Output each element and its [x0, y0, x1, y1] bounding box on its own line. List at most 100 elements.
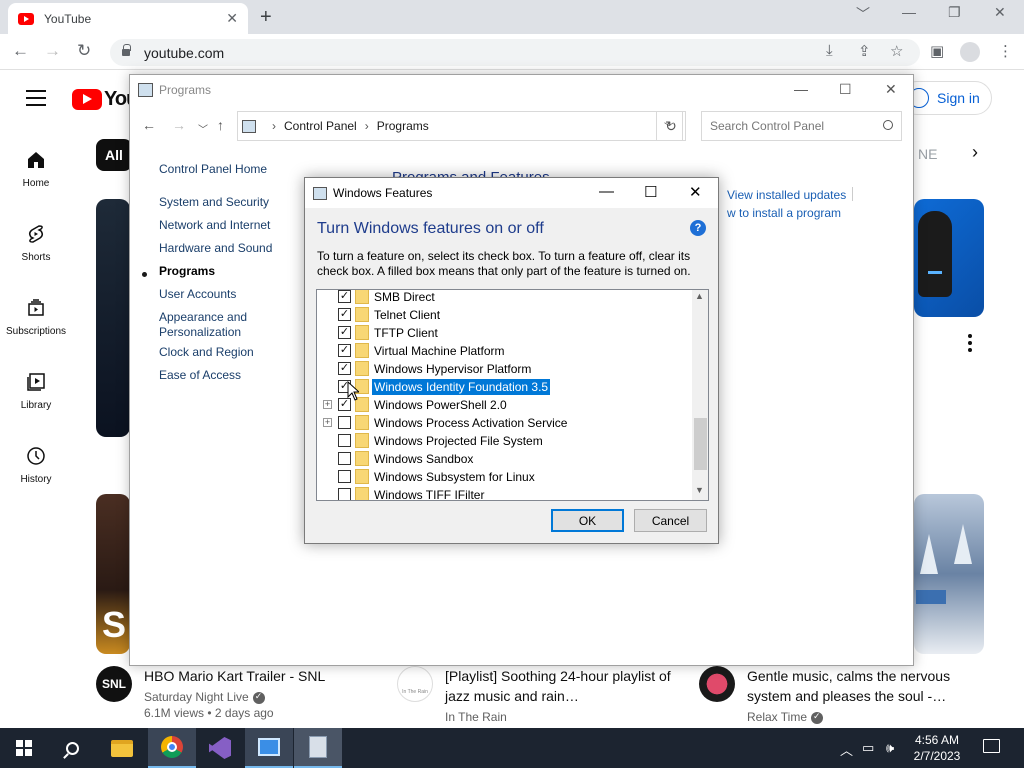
feature-label[interactable]: Windows Subsystem for Linux: [372, 469, 537, 485]
notification-center-icon[interactable]: [983, 739, 1000, 753]
feature-checkbox[interactable]: ✓: [338, 326, 351, 339]
feature-label[interactable]: Windows PowerShell 2.0: [372, 397, 509, 413]
nav-subscriptions[interactable]: Subscriptions: [0, 298, 72, 337]
install-app-icon[interactable]: ⤓: [826, 42, 833, 59]
cp-back-icon[interactable]: ←: [142, 117, 156, 133]
feature-row[interactable]: + Windows Process Activation Service: [317, 414, 692, 432]
cp-address-bar[interactable]: › Control Panel › Programs ﹀: [237, 111, 683, 141]
feature-checkbox[interactable]: [338, 488, 351, 500]
refresh-icon[interactable]: ↻: [656, 111, 686, 141]
cp-minimize-button[interactable]: —: [794, 81, 808, 97]
share-icon[interactable]: ⇪: [858, 42, 871, 60]
profile-avatar-icon[interactable]: [960, 42, 980, 62]
taskbar-windows-features[interactable]: [294, 728, 342, 768]
chrome-menu-icon[interactable]: ⋮: [998, 42, 1013, 60]
cp-forward-icon[interactable]: →: [172, 117, 186, 133]
volume-icon[interactable]: 🕪: [886, 740, 894, 756]
network-icon[interactable]: ▭: [862, 740, 874, 756]
cp-close-button[interactable]: ✕: [885, 81, 897, 98]
feature-checkbox[interactable]: ✓: [338, 344, 351, 357]
feature-label[interactable]: TFTP Client: [372, 325, 440, 341]
feature-row[interactable]: Windows Sandbox: [317, 450, 692, 468]
feature-label[interactable]: Windows Sandbox: [372, 451, 475, 467]
expand-icon[interactable]: +: [323, 418, 332, 427]
feature-checkbox[interactable]: [338, 452, 351, 465]
cp-home-link[interactable]: Control Panel Home: [159, 162, 267, 177]
feature-checkbox[interactable]: ✓: [338, 362, 351, 375]
scroll-down-icon[interactable]: ▼: [695, 485, 704, 495]
youtube-logo[interactable]: You: [72, 88, 138, 111]
feature-checkbox[interactable]: [338, 470, 351, 483]
feature-row[interactable]: ✓ Windows Identity Foundation 3.5: [317, 378, 692, 396]
breadcrumb-programs[interactable]: Programs: [377, 119, 429, 133]
feature-label[interactable]: Windows Hypervisor Platform: [372, 361, 533, 377]
sidebar-item-system-security[interactable]: System and Security: [159, 195, 269, 210]
channel-avatar[interactable]: SNL: [96, 666, 132, 702]
feature-row[interactable]: ✓ Virtual Machine Platform: [317, 342, 692, 360]
breadcrumb-control-panel[interactable]: Control Panel: [284, 119, 357, 133]
browser-tab-youtube[interactable]: YouTube ✕: [8, 3, 248, 34]
taskbar-file-explorer[interactable]: [98, 728, 146, 768]
feature-row[interactable]: Windows Projected File System: [317, 432, 692, 450]
video-title[interactable]: HBO Mario Kart Trailer - SNL: [144, 666, 394, 686]
feature-checkbox[interactable]: ✓: [338, 308, 351, 321]
view-installed-updates-link[interactable]: View installed updates: [727, 188, 846, 202]
wf-close-button[interactable]: ✕: [689, 183, 702, 201]
feature-row[interactable]: ✓ Windows Hypervisor Platform: [317, 360, 692, 378]
sidebar-item-user-accounts[interactable]: User Accounts: [159, 287, 236, 302]
nav-home[interactable]: Home: [0, 150, 72, 189]
restore-button[interactable]: ❐: [948, 4, 961, 21]
feature-label[interactable]: SMB Direct: [372, 290, 437, 305]
channel-name[interactable]: Relax Time: [747, 710, 997, 724]
lock-icon[interactable]: [122, 44, 131, 56]
scrollbar-thumb[interactable]: [694, 418, 707, 470]
video-thumbnail[interactable]: S: [96, 494, 130, 654]
wf-minimize-button[interactable]: —: [599, 183, 614, 200]
feature-row[interactable]: ✓ Telnet Client: [317, 306, 692, 324]
feature-row[interactable]: + ✓ Windows PowerShell 2.0: [317, 396, 692, 414]
feature-label[interactable]: Windows Projected File System: [372, 433, 545, 449]
video-title[interactable]: Gentle music, calms the nervous system a…: [747, 666, 997, 706]
start-button[interactable]: [0, 728, 48, 768]
help-icon[interactable]: ?: [690, 220, 706, 236]
video-thumbnail[interactable]: [914, 494, 984, 654]
cp-search-box[interactable]: Search Control Panel: [701, 111, 902, 141]
feature-checkbox[interactable]: [338, 416, 351, 429]
channel-avatar[interactable]: [699, 666, 735, 702]
taskbar-chrome[interactable]: [148, 728, 196, 768]
hamburger-menu-icon[interactable]: [26, 90, 46, 111]
address-bar[interactable]: youtube.com: [110, 39, 920, 66]
video-thumbnail[interactable]: [96, 199, 130, 437]
expand-icon[interactable]: +: [323, 400, 332, 409]
feature-label[interactable]: Windows TIFF IFilter: [372, 487, 486, 500]
feature-label[interactable]: Windows Identity Foundation 3.5: [370, 378, 552, 396]
sidebar-item-network[interactable]: Network and Internet: [159, 218, 270, 233]
video-title[interactable]: [Playlist] Soothing 24-hour playlist of …: [445, 666, 695, 706]
feature-row[interactable]: ✓ SMB Direct: [317, 290, 692, 306]
new-tab-button[interactable]: +: [260, 6, 272, 29]
feature-label[interactable]: Telnet Client: [372, 307, 442, 323]
cancel-button[interactable]: Cancel: [634, 509, 707, 532]
side-panel-icon[interactable]: ▣: [930, 42, 944, 60]
back-icon[interactable]: ←: [12, 41, 29, 61]
feature-row[interactable]: Windows TIFF IFilter: [317, 486, 692, 500]
feature-label[interactable]: Virtual Machine Platform: [372, 343, 507, 359]
taskbar-search-button[interactable]: [48, 728, 96, 768]
feature-row[interactable]: ✓ TFTP Client: [317, 324, 692, 342]
close-window-button[interactable]: ✕: [994, 4, 1006, 21]
show-hidden-icons[interactable]: ︿: [840, 740, 853, 759]
tab-search-icon[interactable]: ﹀: [856, 4, 870, 24]
video-thumbnail[interactable]: [914, 199, 984, 317]
forward-icon[interactable]: →: [44, 41, 61, 61]
cp-up-icon[interactable]: ↑: [217, 117, 224, 133]
more-options-icon[interactable]: [968, 334, 972, 355]
minimize-button[interactable]: —: [902, 4, 916, 20]
sidebar-item-hardware[interactable]: Hardware and Sound: [159, 241, 272, 256]
reload-icon[interactable]: ↻: [77, 41, 91, 61]
feature-row[interactable]: Windows Subsystem for Linux: [317, 468, 692, 486]
cp-recent-icon[interactable]: ﹀: [198, 121, 208, 136]
sidebar-item-clock-region[interactable]: Clock and Region: [159, 345, 254, 360]
chip-partial[interactable]: NE: [918, 146, 937, 162]
bookmark-star-icon[interactable]: ☆: [890, 42, 903, 60]
cp-maximize-button[interactable]: ☐: [839, 81, 852, 98]
